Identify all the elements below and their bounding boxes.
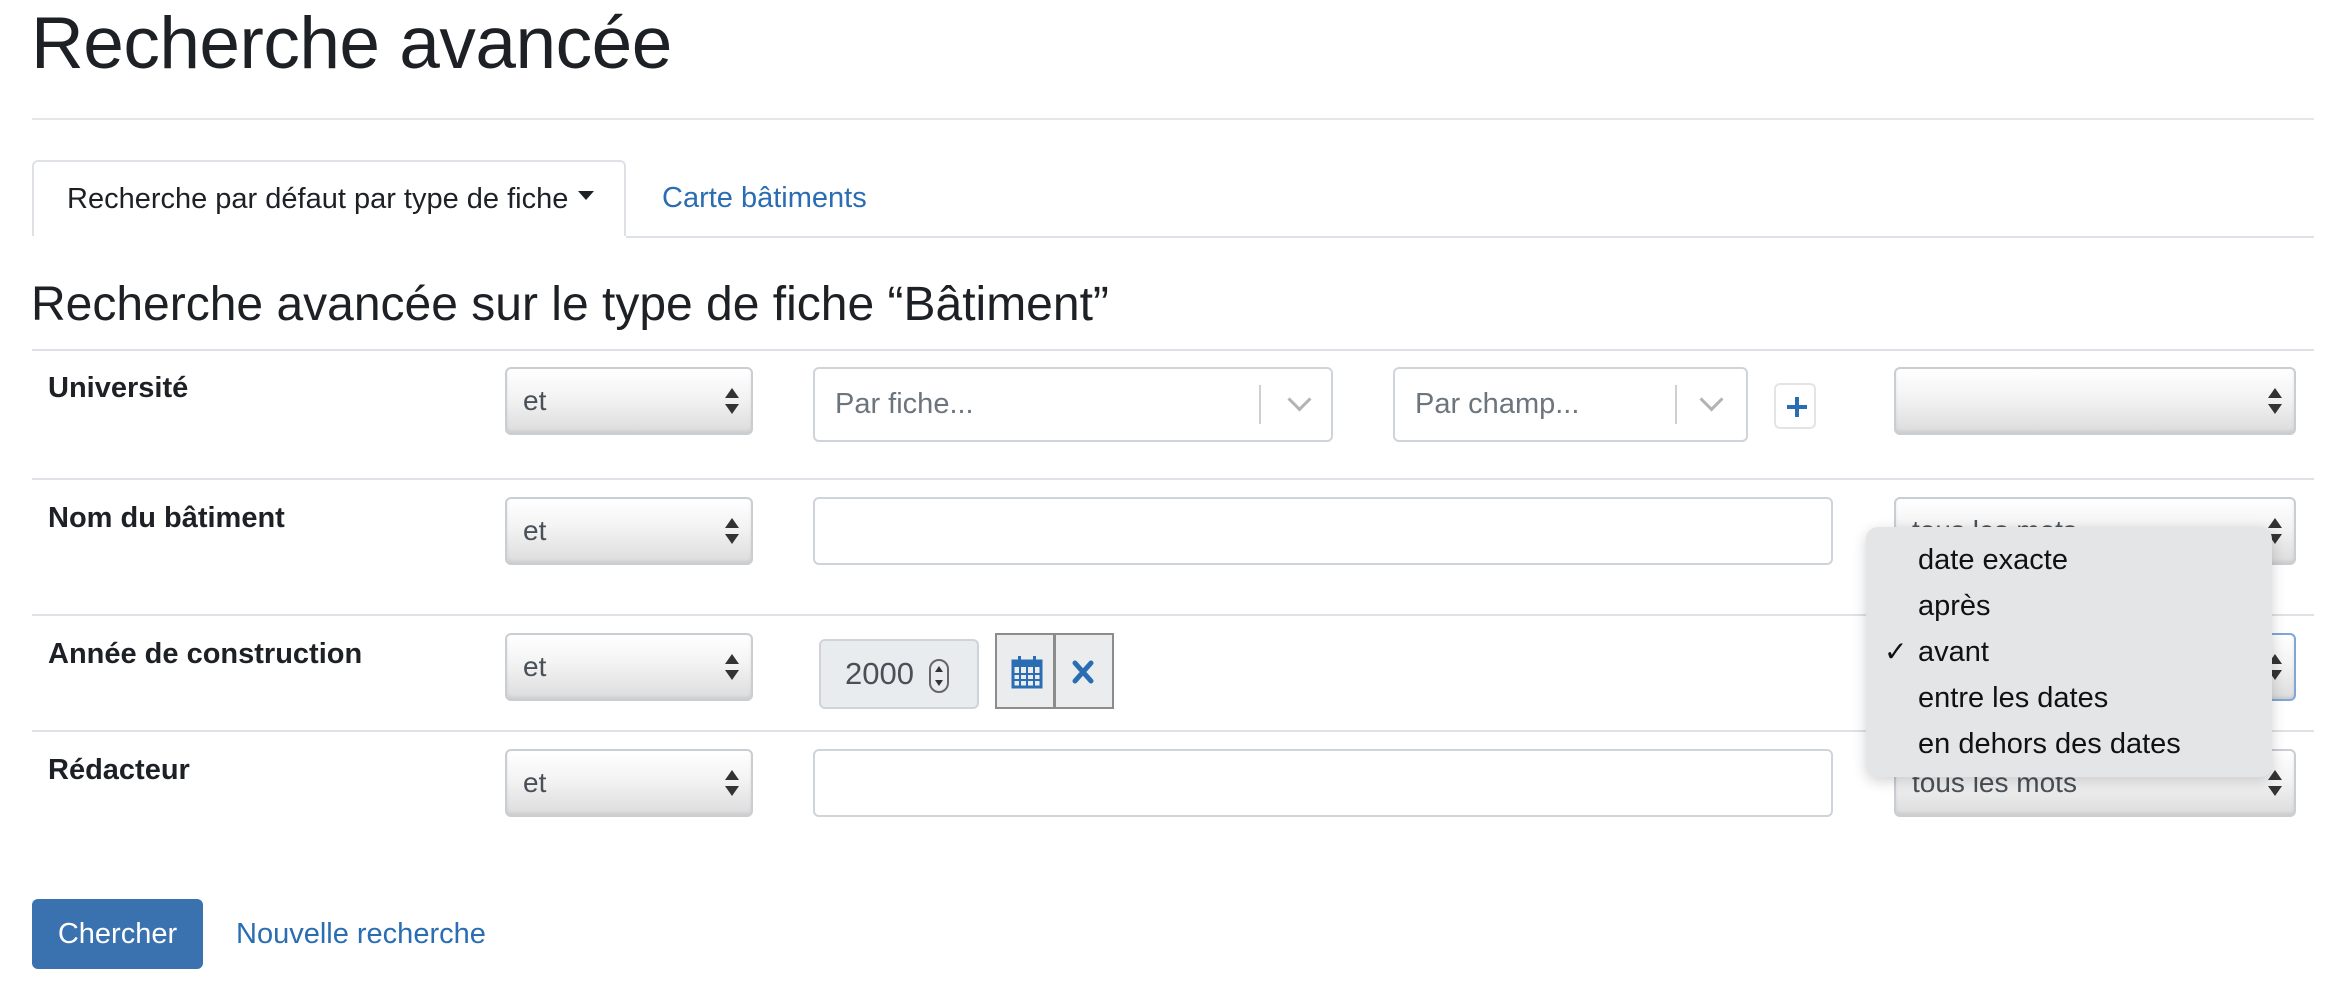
section-title: Recherche avancée sur le type de fiche “…	[31, 278, 1109, 331]
par-champ-placeholder: Par champ...	[1415, 388, 1580, 420]
tab-carte-batiments[interactable]: Carte bâtiments	[662, 160, 867, 236]
caret-down-icon	[578, 190, 595, 200]
field-label-universite: Université	[48, 372, 189, 404]
select-arrows-icon	[725, 386, 739, 416]
year-value: 2000	[845, 656, 914, 691]
combo-separator	[1675, 385, 1677, 424]
select-arrows-icon	[2268, 768, 2282, 798]
nom-batiment-input[interactable]	[813, 497, 1833, 565]
field-label-redacteur: Rédacteur	[48, 754, 190, 786]
row-divider	[32, 478, 2314, 480]
close-icon	[1072, 660, 1094, 684]
operator-select-annee[interactable]: et	[505, 633, 753, 701]
field-label-nom-batiment: Nom du bâtiment	[48, 502, 285, 534]
field-label-annee-construction: Année de construction	[48, 638, 363, 670]
tab-default-search-label: Recherche par défaut par type de fiche	[67, 182, 569, 215]
page-title: Recherche avancée	[31, 3, 672, 84]
par-fiche-placeholder: Par fiche...	[835, 388, 974, 420]
dropdown-option-apres[interactable]: après	[1866, 583, 2272, 629]
tab-divider	[626, 236, 2314, 238]
combo-separator	[1259, 385, 1261, 424]
select-arrows-icon	[725, 768, 739, 798]
select-arrows-icon	[725, 516, 739, 546]
operator-value: et	[523, 385, 547, 416]
row-divider	[32, 349, 2314, 351]
dropdown-option-avant[interactable]: ✓ avant	[1866, 629, 2272, 675]
title-divider	[32, 118, 2314, 120]
operator-value: et	[523, 515, 547, 546]
calendar-button[interactable]	[995, 633, 1055, 709]
operator-value: et	[523, 651, 547, 682]
par-fiche-combobox[interactable]: Par fiche...	[813, 367, 1333, 442]
stepper-icon[interactable]	[929, 659, 949, 693]
select-arrows-icon	[2268, 386, 2282, 416]
dropdown-option-en-dehors-des-dates[interactable]: en dehors des dates	[1866, 721, 2272, 767]
dropdown-option-entre-les-dates[interactable]: entre les dates	[1866, 675, 2272, 721]
date-mode-dropdown: date exacte après ✓ avant entre les date…	[1866, 527, 2272, 777]
par-champ-combobox[interactable]: Par champ...	[1393, 367, 1748, 442]
dropdown-option-date-exacte[interactable]: date exacte	[1866, 537, 2272, 583]
operator-select-universite[interactable]: et	[505, 367, 753, 435]
checkmark-icon: ✓	[1884, 636, 1908, 667]
redacteur-input[interactable]	[813, 749, 1833, 817]
year-input[interactable]: 2000	[819, 639, 979, 709]
chercher-button[interactable]: Chercher	[32, 899, 203, 969]
calendar-icon	[1011, 656, 1043, 689]
add-field-button[interactable]	[1774, 383, 1816, 429]
clear-date-button[interactable]	[1054, 633, 1114, 709]
operator-select-redacteur[interactable]: et	[505, 749, 753, 817]
select-arrows-icon	[725, 652, 739, 682]
tab-default-search[interactable]: Recherche par défaut par type de fiche	[32, 160, 626, 236]
nouvelle-recherche-link[interactable]: Nouvelle recherche	[236, 899, 486, 969]
operator-value: et	[523, 767, 547, 798]
chevron-down-icon[interactable]	[1699, 387, 1724, 412]
chevron-down-icon[interactable]	[1287, 387, 1312, 412]
mode-select-universite[interactable]	[1894, 367, 2296, 435]
operator-select-nom-batiment[interactable]: et	[505, 497, 753, 565]
